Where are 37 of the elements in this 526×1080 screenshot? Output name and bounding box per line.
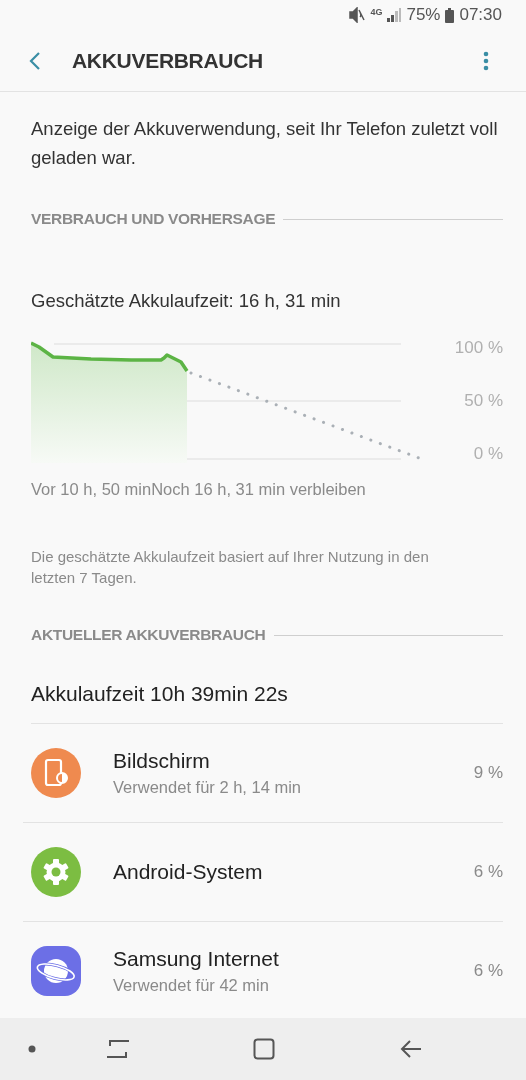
- usage-time: Verwendet für 42 min: [113, 976, 270, 995]
- usage-percent: 6 %: [473, 961, 503, 981]
- app-usage-row[interactable]: Android-System 6 %: [23, 823, 503, 922]
- axis-label: Vor 10 h, 50 min: [31, 480, 152, 499]
- section-heading: VERBRAUCH UND VORHERSAGE: [31, 210, 276, 228]
- estimate-text: Geschätzte Akkulaufzeit: 16 h, 31 min: [31, 290, 342, 312]
- battery-percent: 75%: [406, 5, 441, 25]
- planet-icon: [31, 946, 81, 996]
- dot-icon[interactable]: [28, 1045, 36, 1053]
- battery-icon: [445, 7, 455, 23]
- screen-icon: [31, 748, 81, 798]
- section-heading: AKTUELLER AKKUVERBRAUCH: [31, 626, 266, 644]
- app-usage-row[interactable]: Bildschirm Verwendet für 2 h, 14 min 9 %: [23, 724, 503, 823]
- more-options-icon[interactable]: [483, 50, 489, 71]
- usage-percent: 9 %: [473, 763, 503, 783]
- axis-label: 100 %: [454, 338, 503, 358]
- app-name: Android-System: [113, 860, 264, 884]
- runtime-text: Akkulaufzeit 10h 39min 22s: [31, 682, 503, 724]
- mute-icon: [349, 7, 366, 23]
- back-icon[interactable]: [29, 50, 41, 71]
- screen-title: AKKUVERBRAUCH: [72, 48, 264, 73]
- clock: 07:30: [459, 5, 502, 25]
- recent-apps-icon[interactable]: [106, 1038, 130, 1060]
- app-name: Samsung Internet: [113, 947, 280, 971]
- usage-percent: 6 %: [473, 862, 503, 882]
- axis-label: 50 %: [464, 391, 503, 411]
- usage-time: Verwendet für 2 h, 14 min: [113, 778, 303, 797]
- home-icon[interactable]: [253, 1038, 275, 1060]
- signal-icon: [387, 8, 402, 22]
- description-text: Anzeige der Akkuverwendung, seit Ihr Telefon zuletzt voll geladen war.: [31, 117, 499, 170]
- app-name: Bildschirm: [113, 749, 211, 773]
- axis-label: 0 %: [473, 444, 503, 464]
- note-text: Die geschätzte Akkulaufzeit basiert auf Ihrer Nutzung in den letzten 7 Tagen.: [31, 547, 430, 588]
- network-label: 4G: [370, 7, 383, 17]
- back-icon[interactable]: [400, 1039, 422, 1059]
- gear-icon: [31, 847, 81, 897]
- axis-label: Noch 16 h, 31 min verbleiben: [151, 480, 366, 499]
